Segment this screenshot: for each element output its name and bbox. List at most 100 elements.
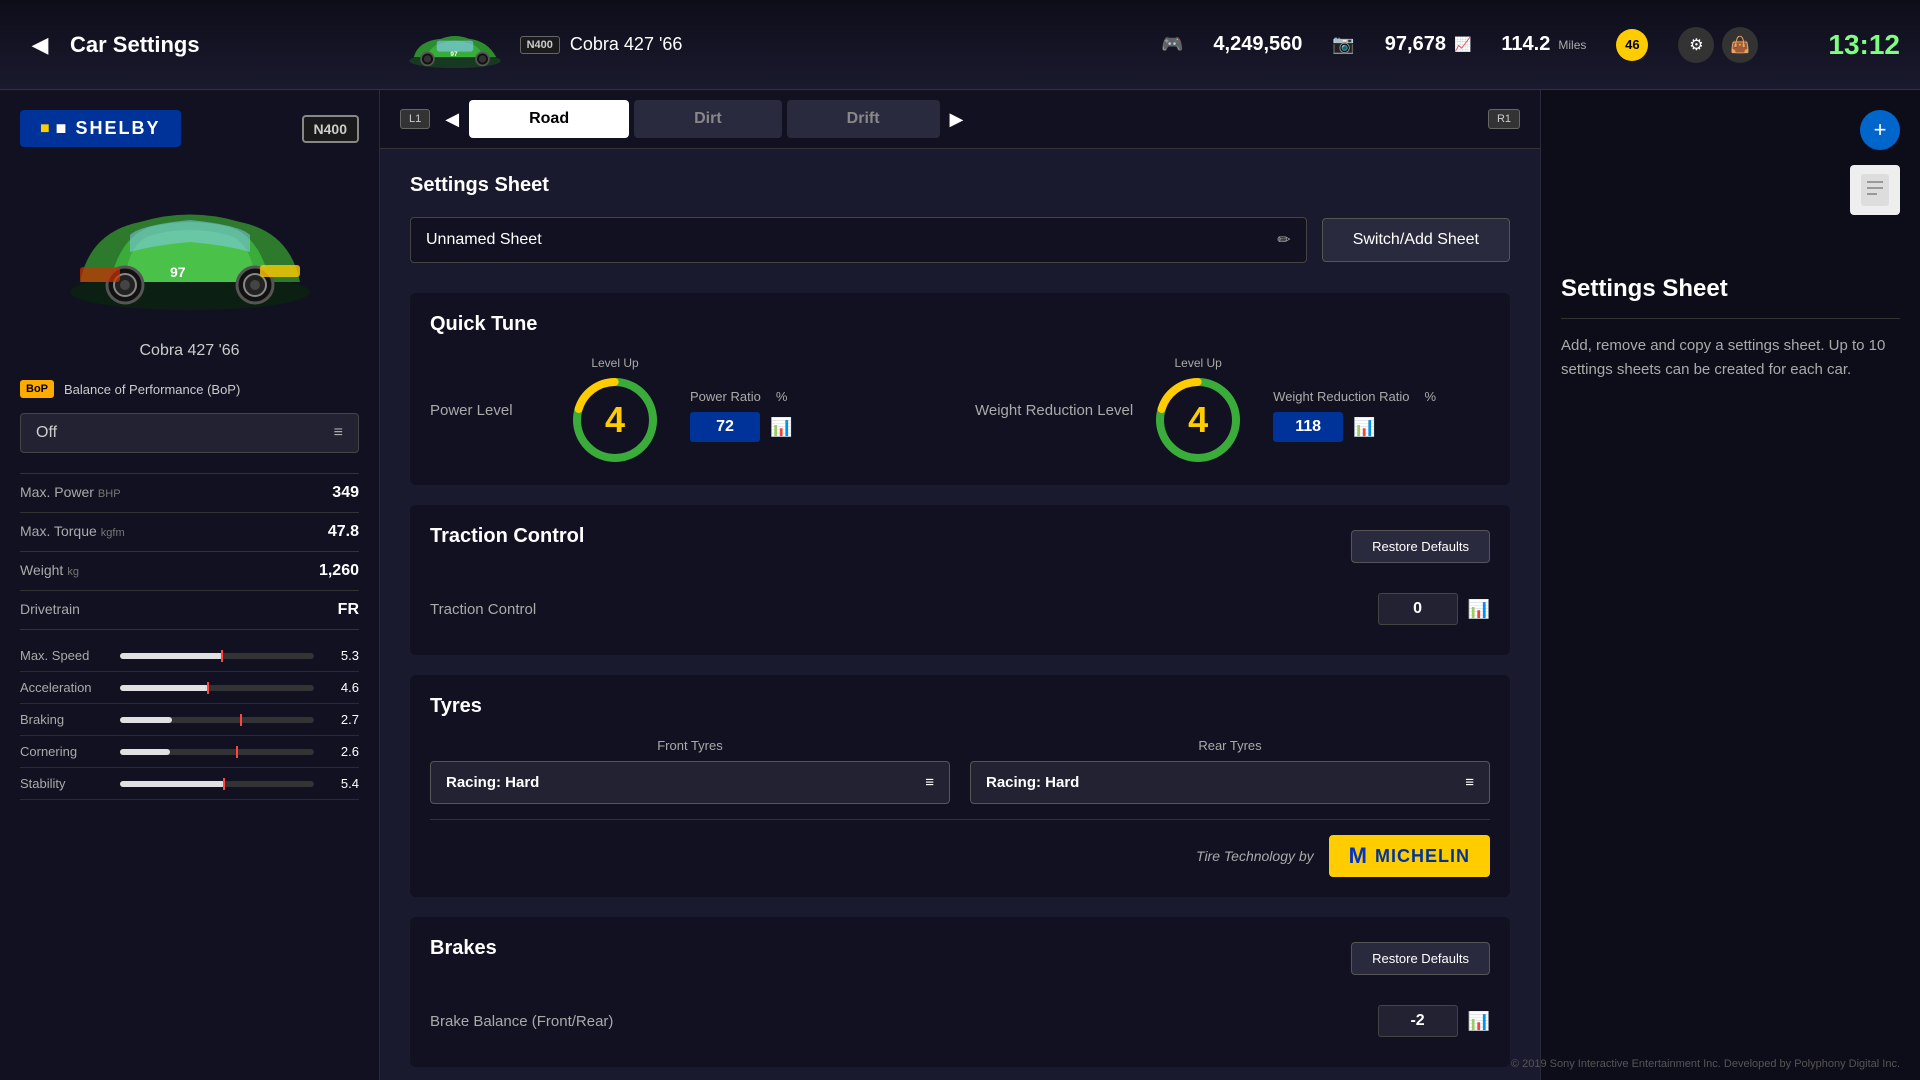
tyres-title: Tyres [430, 695, 1490, 718]
perf-corner-value: 2.6 [324, 744, 359, 759]
page-title: Car Settings [70, 32, 200, 58]
max-power-label: Max. Power [20, 484, 94, 500]
right-panel-description: Add, remove and copy a settings sheet. U… [1561, 334, 1900, 382]
settings-sheet-title: Settings Sheet [410, 174, 1510, 197]
rear-tyre-select[interactable]: Racing: Hard ≡ [970, 761, 1490, 804]
brakes-val-box: -2 📊 [1378, 1005, 1490, 1037]
sidebar-car-name: Cobra 427 '66 [139, 342, 239, 360]
perf-accel-bar [120, 685, 314, 691]
tab-next-btn[interactable]: ▶ [945, 104, 969, 135]
perf-max-speed: Max. Speed 5.3 [20, 640, 359, 672]
perf-stab-bar [120, 781, 314, 787]
rear-tyre-header: Rear Tyres [970, 738, 1490, 753]
tyres-grid: Front Tyres Racing: Hard ≡ Rear Tyres Ra… [430, 738, 1490, 804]
weight-ratio-value: 118 [1273, 412, 1343, 442]
top-stats: 🎮 4,249,560 📷 97,678 📈 114.2 Miles 46 ⚙ … [1161, 27, 1900, 63]
power-ratio-unit: % [776, 389, 788, 404]
shelby-text: ■ SHELBY [56, 118, 161, 139]
perf-brake-value: 2.7 [324, 712, 359, 727]
perf-brake-bar [120, 717, 314, 723]
tab-road[interactable]: Road [469, 100, 629, 138]
michelin-logo: M MICHELIN [1329, 835, 1490, 877]
stat-controller: 🎮 [1161, 34, 1183, 55]
tab-drift[interactable]: Drift [787, 100, 940, 138]
traction-value: 0 [1378, 593, 1458, 625]
perf-stab-label: Stability [20, 776, 110, 791]
edit-sheet-icon[interactable]: ✏ [1277, 230, 1290, 250]
perf-speed-fill [120, 653, 223, 659]
switch-add-sheet-btn[interactable]: Switch/Add Sheet [1322, 218, 1510, 262]
brakes-label: Brake Balance (Front/Rear) [430, 1013, 613, 1030]
traction-label: Traction Control [430, 601, 536, 618]
perf-cornering: Cornering 2.6 [20, 736, 359, 768]
perf-section: Max. Speed 5.3 Acceleration 4.6 Braking … [20, 640, 359, 800]
front-tyre-value: Racing: Hard [446, 774, 539, 791]
perf-speed-value: 5.3 [324, 648, 359, 663]
power-ratio-section: Power Ratio % 72 📊 [690, 379, 792, 442]
top-car-info: N400 Cobra 427 '66 [520, 34, 683, 55]
max-torque-value: 47.8 [328, 523, 359, 541]
quick-tune-title: Quick Tune [430, 313, 1490, 336]
quick-tune-grid: Power Level Level Up 4 [430, 356, 1490, 465]
rear-tyre-icon: ≡ [1465, 774, 1474, 791]
traction-row: Traction Control 0 📊 [430, 583, 1490, 635]
tyres-section: Tyres Front Tyres Racing: Hard ≡ Rear Ty… [410, 675, 1510, 897]
sheet-row: Unnamed Sheet ✏ Switch/Add Sheet [410, 217, 1510, 263]
perf-corner-bar [120, 749, 314, 755]
perf-corner-label: Cornering [20, 744, 110, 759]
settings-icon-btn[interactable]: ⚙ [1678, 27, 1714, 63]
power-bar-icon[interactable]: 📊 [770, 417, 792, 438]
photo-icon: 📷 [1332, 34, 1354, 55]
weight-unit: kg [67, 566, 79, 578]
content-area: Settings Sheet Unnamed Sheet ✏ Switch/Ad… [380, 149, 1540, 1080]
weight-label: Weight [20, 562, 63, 578]
power-gauge[interactable]: 4 [570, 375, 660, 465]
weight-level-up-text: Level Up [1174, 356, 1221, 370]
traction-bar-icon[interactable]: 📊 [1468, 599, 1490, 620]
main-content: L1 ◀ Road Dirt Drift ▶ R1 Settings Sheet… [380, 90, 1920, 1080]
weight-gauge[interactable]: 4 [1153, 375, 1243, 465]
stats-table: Max. PowerBHP 349 Max. Torquekgfm 47.8 W… [20, 473, 359, 630]
mileage-value: 97,678 [1385, 33, 1446, 56]
perf-accel-label: Acceleration [20, 680, 110, 695]
left-sidebar: ■ ■ SHELBY N400 97 Cobra 427 '66 BoP Bal… [0, 90, 380, 1080]
tab-dirt[interactable]: Dirt [634, 100, 782, 138]
trend-icon: 📈 [1454, 36, 1471, 53]
tab-bar: L1 ◀ Road Dirt Drift ▶ R1 [380, 90, 1540, 149]
perf-accel-fill [120, 685, 209, 691]
credits-value: 4,249,560 [1213, 33, 1302, 56]
traction-restore-btn[interactable]: Restore Defaults [1351, 530, 1490, 563]
perf-speed-label: Max. Speed [20, 648, 110, 663]
sheet-name-display[interactable]: Unnamed Sheet ✏ [410, 217, 1307, 263]
weight-level-container[interactable]: Level Up 4 [1153, 356, 1243, 465]
max-torque-label: Max. Torque [20, 523, 97, 539]
brakes-restore-btn[interactable]: Restore Defaults [1351, 942, 1490, 975]
michelin-logo-text: MICHELIN [1375, 846, 1470, 867]
n400-badge-top: N400 [520, 36, 560, 54]
perf-accel-marker [207, 682, 209, 694]
l1-badge: L1 [400, 109, 430, 129]
center-panel: L1 ◀ Road Dirt Drift ▶ R1 Settings Sheet… [380, 90, 1540, 1080]
weight-bar-icon[interactable]: 📊 [1353, 417, 1375, 438]
stat-max-torque: Max. Torquekgfm 47.8 [20, 513, 359, 552]
top-bar: ◀ Car Settings 97 N400 Cobra 427 '66 [0, 0, 1920, 90]
wallet-icon-btn[interactable]: 👜 [1722, 27, 1758, 63]
power-gauge-value: 4 [605, 399, 625, 441]
perf-brake-fill [120, 717, 172, 723]
front-tyre-select[interactable]: Racing: Hard ≡ [430, 761, 950, 804]
add-sheet-btn[interactable]: + [1860, 110, 1900, 150]
pp-value: 114.2 [1501, 33, 1550, 56]
sheet-name-text: Unnamed Sheet [426, 231, 542, 249]
time-display: 13:12 [1828, 29, 1900, 61]
tab-prev-btn[interactable]: ◀ [440, 104, 464, 135]
weight-ratio-row: Weight Reduction Ratio % [1273, 389, 1436, 404]
bop-dropdown[interactable]: Off ≡ [20, 413, 359, 453]
traction-val-box: 0 📊 [1378, 593, 1490, 625]
back-button[interactable]: ◀ [20, 25, 60, 65]
power-level-container[interactable]: Level Up 4 [570, 356, 660, 465]
drivetrain-label: Drivetrain [20, 601, 80, 617]
brakes-bar-icon[interactable]: 📊 [1468, 1011, 1490, 1032]
stat-photo: 📷 [1332, 34, 1354, 55]
weight-label: Weight Reduction Level [975, 402, 1133, 419]
quick-tune-section: Quick Tune Power Level Level Up [410, 293, 1510, 485]
